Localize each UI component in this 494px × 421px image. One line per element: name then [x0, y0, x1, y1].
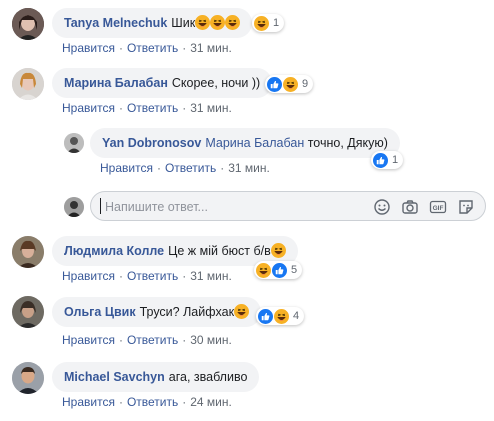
reaction-count: 9: [302, 78, 309, 90]
reaction-summary[interactable]: 5: [254, 261, 303, 279]
comment-actions: Нравится · Ответить · 24 мин.: [62, 395, 232, 409]
comment-actions: Нравится · Ответить · 30 мин.: [62, 333, 232, 347]
comment-text: Труси? Лайфхак: [139, 305, 235, 319]
timestamp[interactable]: 31 мин.: [190, 41, 232, 55]
reply-link[interactable]: Ответить: [127, 101, 178, 115]
like-reaction-icon: [267, 77, 282, 92]
comment-text: ага, звабливо: [168, 370, 248, 384]
like-reaction-icon: [258, 309, 273, 324]
reply-link[interactable]: Ответить: [127, 269, 178, 283]
avatar[interactable]: [64, 133, 84, 153]
comment-text: Це ж мій бюст б/в: [168, 244, 271, 258]
laughing-emoji-icon: [271, 243, 286, 258]
avatar[interactable]: [12, 362, 44, 394]
comment-bubble: Ольга Цвик Труси? Лайфхак: [52, 297, 262, 327]
reply-composer[interactable]: GIF: [90, 191, 486, 221]
reply-link[interactable]: Ответить: [127, 333, 178, 347]
comment-text: Шик: [171, 16, 196, 30]
comment-text: Скорее, ночи )): [171, 76, 261, 90]
camera-icon[interactable]: [401, 198, 419, 216]
avatar[interactable]: [12, 296, 44, 328]
svg-text:GIF: GIF: [433, 205, 444, 212]
like-reaction-icon: [373, 153, 388, 168]
like-link[interactable]: Нравится: [100, 161, 153, 175]
reaction-summary[interactable]: 1: [371, 151, 404, 169]
reply-link[interactable]: Ответить: [127, 395, 178, 409]
timestamp[interactable]: 31 мин.: [190, 269, 232, 283]
reaction-count: 4: [293, 310, 300, 322]
text-caret: [100, 198, 101, 214]
comment-text: точно, Дякую): [307, 136, 388, 150]
current-user-avatar: [64, 197, 84, 217]
author-link[interactable]: Людмила Колле: [64, 244, 164, 258]
avatar[interactable]: [12, 68, 44, 100]
mention-link[interactable]: Марина Балабан: [205, 136, 304, 150]
gif-icon[interactable]: GIF: [429, 198, 447, 216]
laughing-emoji-icon: [195, 15, 210, 30]
emoji-icon[interactable]: [373, 198, 391, 216]
reaction-count: 1: [273, 17, 280, 29]
like-link[interactable]: Нравится: [62, 269, 115, 283]
author-link[interactable]: Tanya Melnechuk: [64, 16, 167, 30]
comment-actions: Нравится · Ответить · 31 мин.: [100, 161, 270, 175]
like-link[interactable]: Нравится: [62, 101, 115, 115]
reaction-summary[interactable]: 1: [252, 14, 285, 32]
author-link[interactable]: Michael Savchyn: [64, 370, 165, 384]
reply-input[interactable]: [103, 198, 327, 216]
avatar[interactable]: [12, 8, 44, 40]
haha-reaction-icon: [274, 309, 289, 324]
laughing-emoji-icon: [225, 15, 240, 30]
comment-bubble: Марина Балабан Скорее, ночи )): [52, 68, 273, 98]
timestamp[interactable]: 24 мин.: [190, 395, 232, 409]
avatar[interactable]: [12, 236, 44, 268]
reaction-count: 5: [291, 264, 298, 276]
like-link[interactable]: Нравится: [62, 333, 115, 347]
grinning-emoji-icon: [234, 304, 249, 319]
comment-actions: Нравится · Ответить · 31 мин.: [62, 41, 232, 55]
reaction-summary[interactable]: 9: [265, 75, 314, 93]
timestamp[interactable]: 31 мин.: [190, 101, 232, 115]
laughing-emoji-icon: [210, 15, 225, 30]
haha-reaction-icon: [283, 77, 298, 92]
author-link[interactable]: Ольга Цвик: [64, 305, 136, 319]
comment-bubble: Tanya Melnechuk Шик: [52, 8, 253, 38]
like-link[interactable]: Нравится: [62, 41, 115, 55]
reply-link[interactable]: Ответить: [127, 41, 178, 55]
haha-reaction-icon: [256, 263, 271, 278]
comment-bubble: Michael Savchyn ага, звабливо: [52, 362, 260, 392]
reaction-summary[interactable]: 4: [256, 307, 305, 325]
author-link[interactable]: Марина Балабан: [64, 76, 168, 90]
comment-actions: Нравится · Ответить · 31 мин.: [62, 101, 232, 115]
author-link[interactable]: Yan Dobronosov: [102, 136, 201, 150]
reaction-count: 1: [392, 154, 399, 166]
haha-reaction-icon: [254, 16, 269, 31]
sticker-icon[interactable]: [457, 198, 475, 216]
like-reaction-icon: [272, 263, 287, 278]
reply-link[interactable]: Ответить: [165, 161, 216, 175]
comment-bubble: Yan Dobronosov Марина Балабан точно, Дяку…: [90, 128, 400, 158]
comment-actions: Нравится · Ответить · 31 мин.: [62, 269, 232, 283]
timestamp[interactable]: 30 мин.: [190, 333, 232, 347]
timestamp[interactable]: 31 мин.: [228, 161, 270, 175]
like-link[interactable]: Нравится: [62, 395, 115, 409]
